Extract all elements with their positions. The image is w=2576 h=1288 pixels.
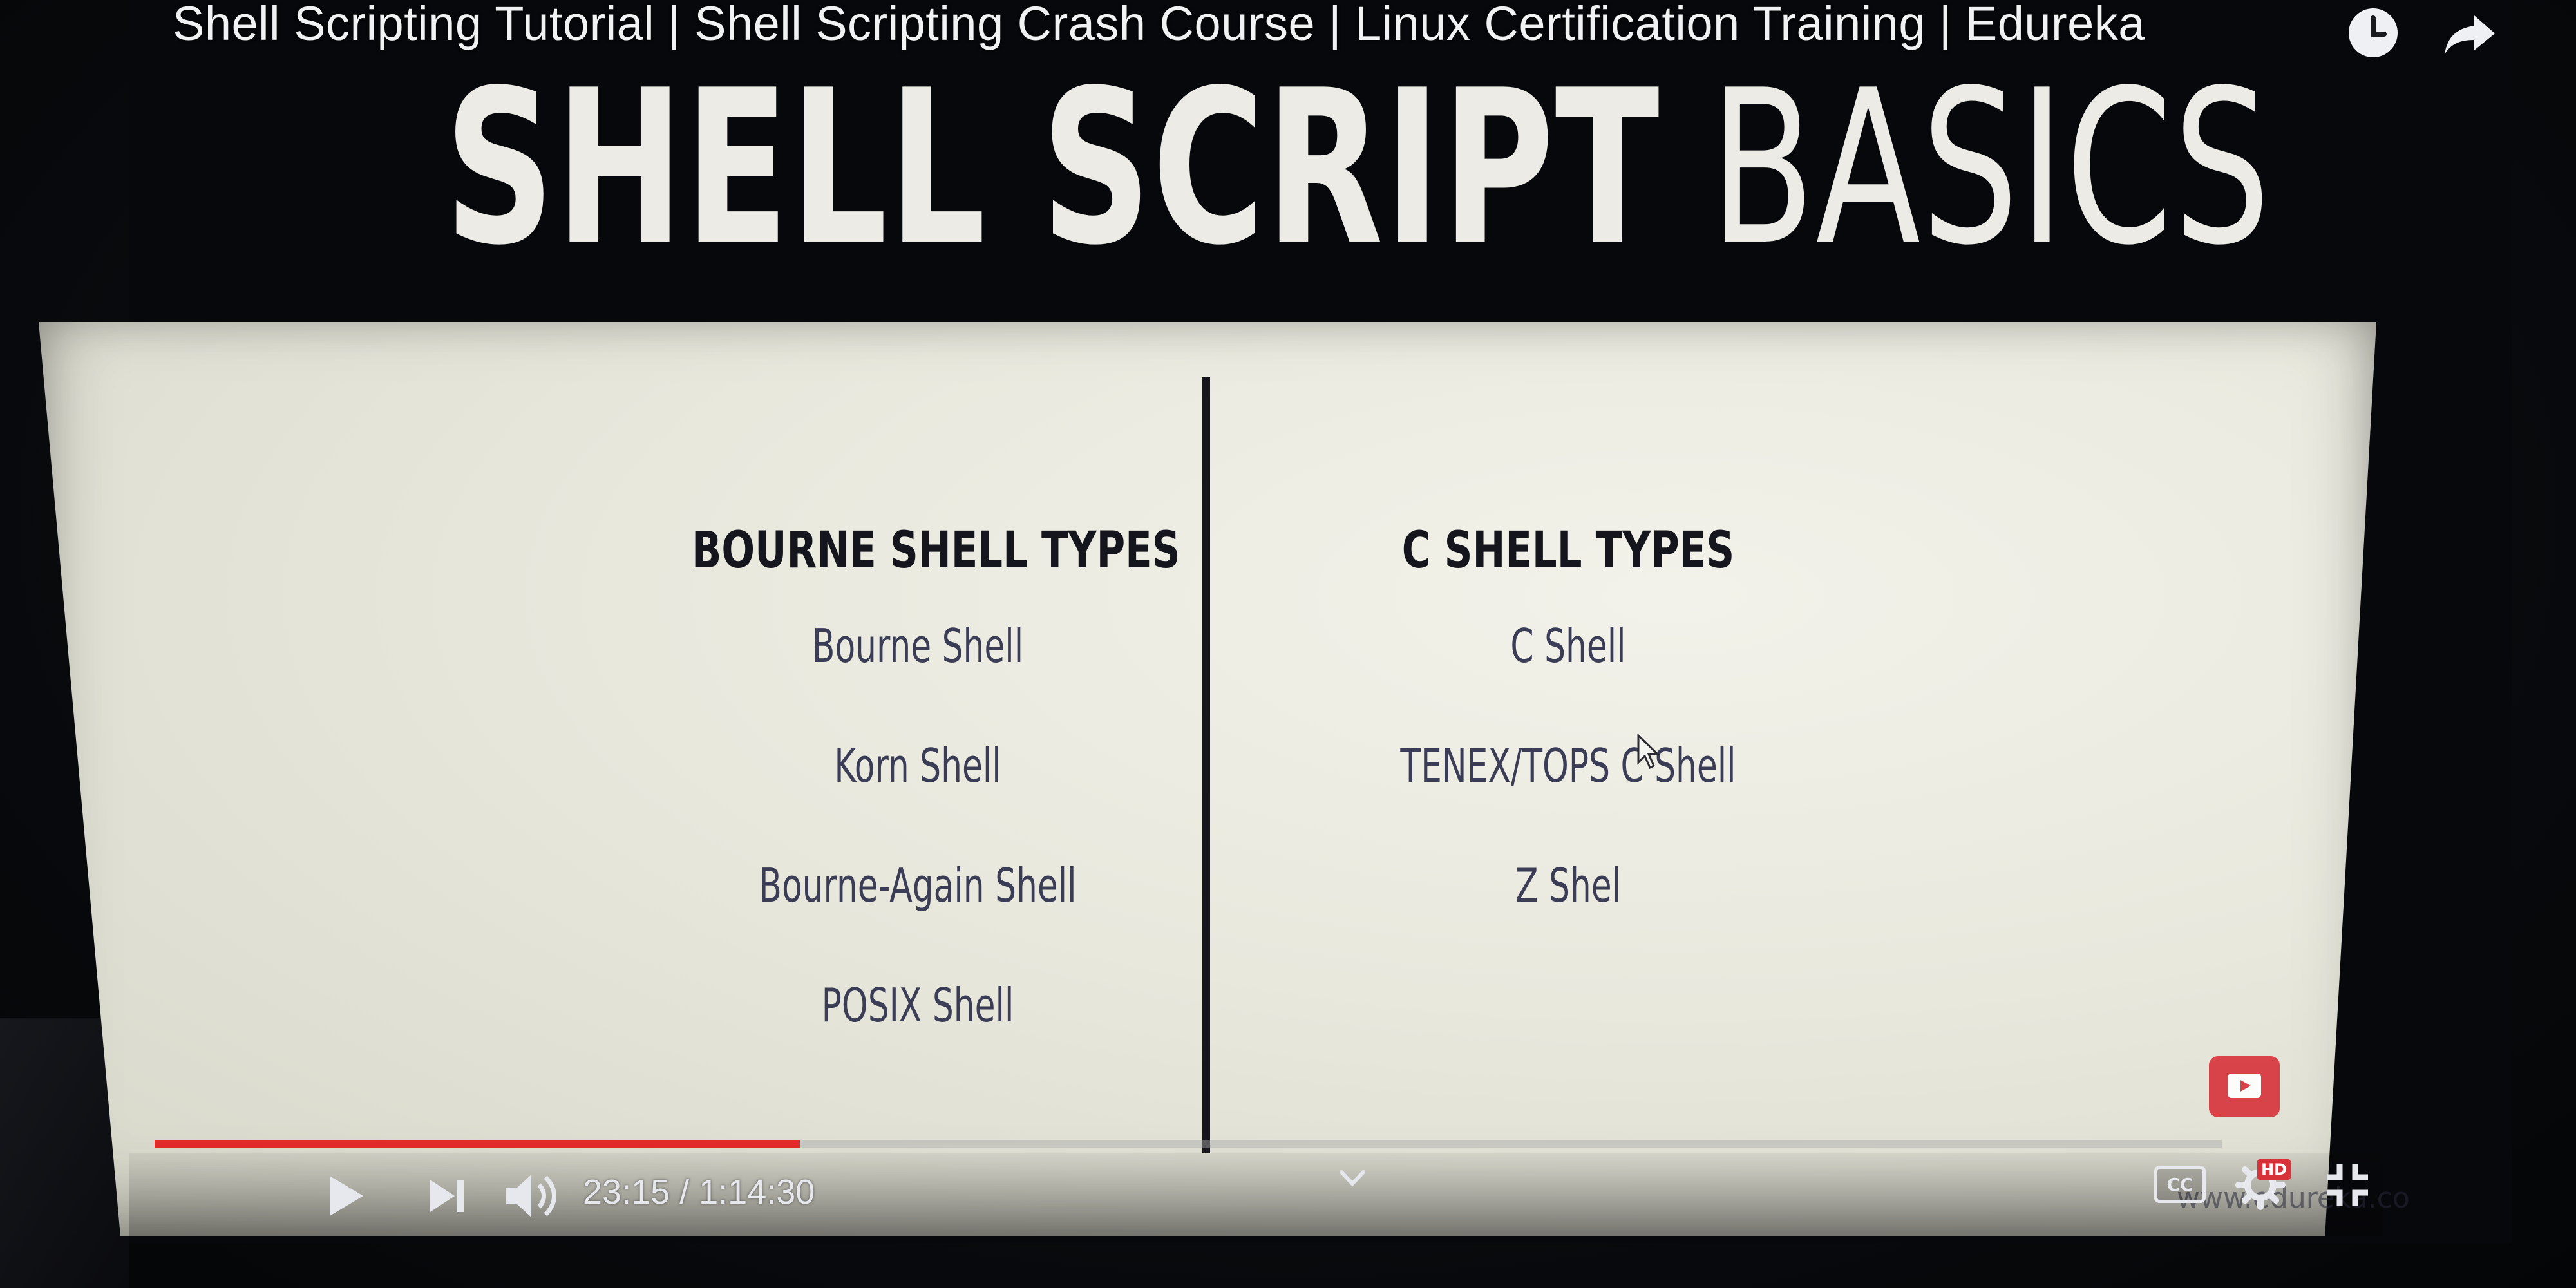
progress-played (155, 1140, 800, 1148)
heading-light: BASICS (1710, 44, 2271, 292)
share-arrow-icon (2445, 15, 2495, 54)
exit-fullscreen-icon[interactable] (2322, 1159, 2373, 1211)
next-button[interactable] (419, 1167, 477, 1225)
heading-bold: SHELL SCRIPT (444, 44, 1661, 292)
column-header: C SHELL TYPES (1401, 522, 1735, 580)
chevron-down-icon[interactable] (1336, 1166, 1368, 1191)
list-item: Z Shel (1515, 858, 1622, 913)
time-display: 23:15 / 1:14:30 (583, 1173, 815, 1211)
hd-badge: HD (2257, 1159, 2291, 1180)
column-header: BOURNE SHELL TYPES (692, 522, 1180, 580)
list-item: POSIX Shell (821, 978, 1014, 1032)
play-button[interactable] (316, 1167, 374, 1225)
clock-icon (2349, 8, 2398, 57)
volume-icon (506, 1175, 556, 1217)
skip-next-icon (430, 1180, 464, 1212)
mouse-cursor-icon (1637, 734, 1660, 770)
bourne-shell-column: BOURNE SHELL TYPES Bourne Shell Korn She… (628, 515, 1208, 1065)
captions-button[interactable]: CC (2154, 1166, 2206, 1203)
c-shell-column: C SHELL TYPES C Shell TENEX/TOPS C Shell… (1278, 515, 1858, 945)
list-item: C Shell (1510, 619, 1626, 673)
slide-heading: SHELL SCRIPT BASICS (444, 62, 2270, 274)
list-item: Bourne Shell (811, 619, 1024, 673)
watermark: www.edureka.co (2177, 1182, 2410, 1215)
play-icon (330, 1176, 363, 1216)
share-button[interactable] (2441, 4, 2499, 62)
subscribe-logo-icon[interactable] (2209, 1056, 2280, 1117)
list-item: Bourne-Again Shell (759, 858, 1077, 913)
list-item: Korn Shell (834, 739, 1001, 793)
volume-button[interactable] (499, 1167, 564, 1225)
video-title[interactable]: Shell Scripting Tutorial | Shell Scripti… (173, 0, 2145, 51)
list-item: TENEX/TOPS C Shell (1400, 739, 1736, 793)
progress-bar[interactable] (155, 1140, 2222, 1148)
subscribe-play-icon (2228, 1073, 2261, 1098)
watch-later-button[interactable] (2344, 4, 2402, 62)
